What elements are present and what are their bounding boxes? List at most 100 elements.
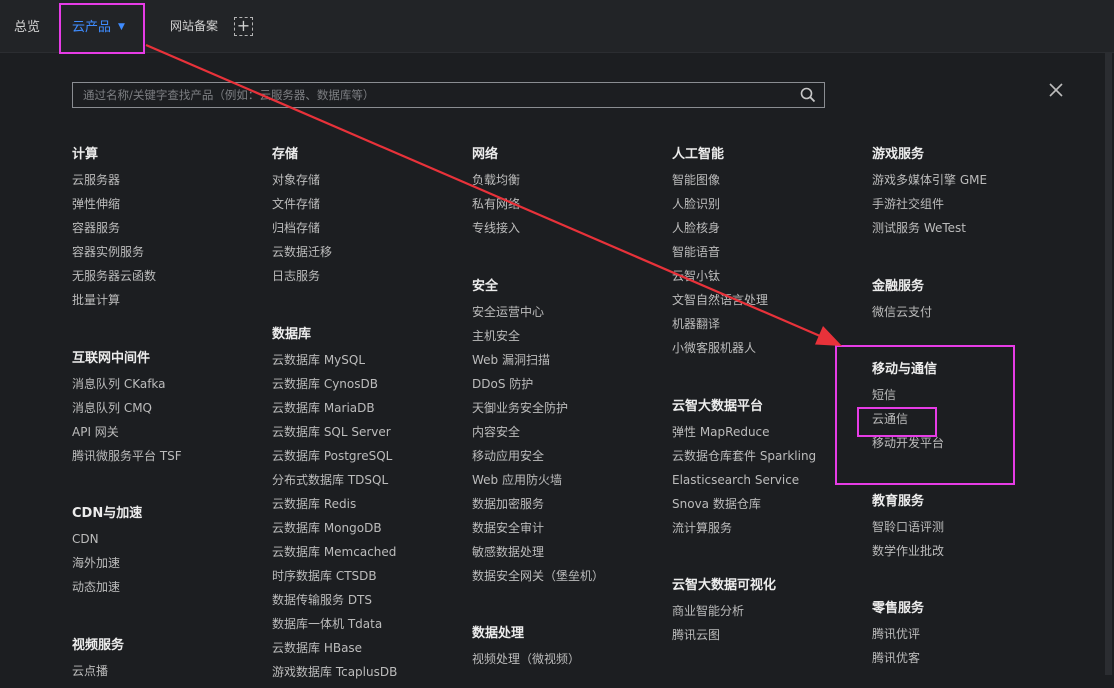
category-title: 网络 [472, 147, 499, 162]
category-retail: 零售服务 腾讯优评 腾讯优客 [872, 599, 924, 674]
product-link[interactable]: 安全运营中心 [472, 304, 604, 328]
close-icon[interactable] [1048, 82, 1064, 98]
product-link[interactable]: Snova 数据仓库 [672, 496, 816, 520]
product-link[interactable]: 归档存储 [272, 220, 332, 244]
product-link[interactable]: 消息队列 CKafka [72, 376, 182, 400]
category-middleware: 互联网中间件 消息队列 CKafka 消息队列 CMQ API 网关 腾讯微服务… [72, 349, 182, 472]
product-link[interactable]: 小微客服机器人 [672, 340, 768, 364]
product-link[interactable]: 机器翻译 [672, 316, 768, 340]
top-navigation-bar: 总览 云产品 ▼ 网站备案 + [0, 0, 1114, 53]
product-search-box [72, 82, 825, 108]
product-link[interactable]: 文智自然语言处理 [672, 292, 768, 316]
product-link[interactable]: 智聆口语评测 [872, 519, 944, 543]
product-link[interactable]: 海外加速 [72, 555, 142, 579]
category-education: 教育服务 智聆口语评测 数学作业批改 [872, 492, 944, 567]
product-link[interactable]: 智能图像 [672, 172, 768, 196]
product-link[interactable]: 弹性伸缩 [72, 196, 156, 220]
product-link[interactable]: 消息队列 CMQ [72, 400, 182, 424]
product-link[interactable]: 云服务器 [72, 172, 156, 196]
product-link[interactable]: 腾讯微服务平台 TSF [72, 448, 182, 472]
product-link[interactable]: 日志服务 [272, 268, 332, 292]
product-link[interactable]: 云数据库 Redis [272, 496, 397, 520]
product-link[interactable]: 流计算服务 [672, 520, 816, 544]
search-input[interactable] [73, 83, 793, 107]
product-link[interactable]: 数据安全网关（堡垒机） [472, 568, 604, 592]
product-link[interactable]: 云数据库 CynosDB [272, 376, 397, 400]
product-link[interactable]: 时序数据库 CTSDB [272, 568, 397, 592]
product-link[interactable]: 智能语音 [672, 244, 768, 268]
annotation-highlight-products [59, 3, 145, 54]
category-storage: 存储 对象存储 文件存储 归档存储 云数据迁移 日志服务 [272, 145, 332, 292]
product-link[interactable]: Web 应用防火墙 [472, 472, 604, 496]
product-link[interactable]: 人脸识别 [672, 196, 768, 220]
product-link[interactable]: 微信云支付 [872, 304, 932, 328]
product-link[interactable]: 云智小钛 [672, 268, 768, 292]
product-link[interactable]: 专线接入 [472, 220, 520, 244]
product-link[interactable]: 分布式数据库 TDSQL [272, 472, 397, 496]
product-link[interactable]: 数据传输服务 DTS [272, 592, 397, 616]
category-title: 金融服务 [872, 279, 925, 294]
product-link[interactable]: 数据加密服务 [472, 496, 604, 520]
product-link[interactable]: Elasticsearch Service [672, 472, 816, 496]
product-link[interactable]: 无服务器云函数 [72, 268, 156, 292]
product-link[interactable]: 腾讯优客 [872, 650, 924, 674]
product-link[interactable]: 弹性 MapReduce [672, 424, 816, 448]
product-link[interactable]: 主机安全 [472, 328, 604, 352]
product-link[interactable]: 容器服务 [72, 220, 156, 244]
category-game: 游戏服务 游戏多媒体引擎 GME 手游社交组件 测试服务 WeTest [872, 145, 987, 244]
product-link[interactable]: 对象存储 [272, 172, 332, 196]
category-security: 安全 安全运营中心 主机安全 Web 漏洞扫描 DDoS 防护 天御业务安全防护… [472, 277, 604, 592]
category-bigdata-platform: 云智大数据平台 弹性 MapReduce 云数据仓库套件 Sparkling E… [672, 397, 816, 544]
product-link[interactable]: 云数据仓库套件 Sparkling [672, 448, 816, 472]
product-link[interactable]: 腾讯优评 [872, 626, 924, 650]
product-link[interactable]: 视频处理（微视频） [472, 651, 580, 675]
product-link[interactable]: 文件存储 [272, 196, 332, 220]
product-link[interactable]: 云数据迁移 [272, 244, 332, 268]
search-icon[interactable] [800, 87, 816, 107]
category-title: 数据处理 [472, 626, 525, 641]
product-link[interactable]: API 网关 [72, 424, 182, 448]
category-title: 人工智能 [672, 147, 725, 162]
nav-beian[interactable]: 网站备案 [170, 17, 218, 34]
category-network: 网络 负载均衡 私有网络 专线接入 [472, 145, 520, 244]
product-link[interactable]: 敏感数据处理 [472, 544, 604, 568]
product-link[interactable]: 游戏数据库 TcaplusDB [272, 664, 397, 688]
product-link[interactable]: DDoS 防护 [472, 376, 604, 400]
product-link[interactable]: 云数据库 MySQL [272, 352, 397, 376]
product-link[interactable]: 批量计算 [72, 292, 156, 316]
product-link[interactable]: 云数据库 HBase [272, 640, 397, 664]
product-link[interactable]: 数据库一体机 Tdata [272, 616, 397, 640]
product-link[interactable]: 商业智能分析 [672, 603, 776, 627]
product-link[interactable]: 云数据库 MariaDB [272, 400, 397, 424]
product-link[interactable]: 容器实例服务 [72, 244, 156, 268]
category-title: 视频服务 [72, 638, 125, 653]
product-link[interactable]: 负载均衡 [472, 172, 520, 196]
product-link[interactable]: 云点播 [72, 663, 124, 687]
category-data-processing: 数据处理 视频处理（微视频） [472, 624, 580, 675]
plus-icon[interactable]: + [234, 17, 253, 36]
product-link[interactable]: 测试服务 WeTest [872, 220, 987, 244]
product-link[interactable]: 私有网络 [472, 196, 520, 220]
product-link[interactable]: Web 漏洞扫描 [472, 352, 604, 376]
product-link[interactable]: CDN [72, 531, 142, 555]
nav-overview[interactable]: 总览 [14, 16, 40, 35]
product-link[interactable]: 动态加速 [72, 579, 142, 603]
product-link[interactable]: 人脸核身 [672, 220, 768, 244]
product-link[interactable]: 游戏多媒体引擎 GME [872, 172, 987, 196]
product-link[interactable]: 云数据库 Memcached [272, 544, 397, 568]
category-title: 数据库 [272, 327, 312, 342]
scrollbar[interactable] [1105, 52, 1112, 675]
product-link[interactable]: 手游社交组件 [872, 196, 987, 220]
product-link[interactable]: 数据安全审计 [472, 520, 604, 544]
category-title: 教育服务 [872, 494, 925, 509]
product-link[interactable]: 内容安全 [472, 424, 604, 448]
category-title: 存储 [272, 147, 299, 162]
annotation-highlight-im-product [857, 407, 937, 437]
product-link[interactable]: 数学作业批改 [872, 543, 944, 567]
product-link[interactable]: 腾讯云图 [672, 627, 776, 651]
product-link[interactable]: 移动应用安全 [472, 448, 604, 472]
product-link[interactable]: 云数据库 MongoDB [272, 520, 397, 544]
product-link[interactable]: 云数据库 SQL Server [272, 424, 397, 448]
product-link[interactable]: 云数据库 PostgreSQL [272, 448, 397, 472]
product-link[interactable]: 天御业务安全防护 [472, 400, 604, 424]
